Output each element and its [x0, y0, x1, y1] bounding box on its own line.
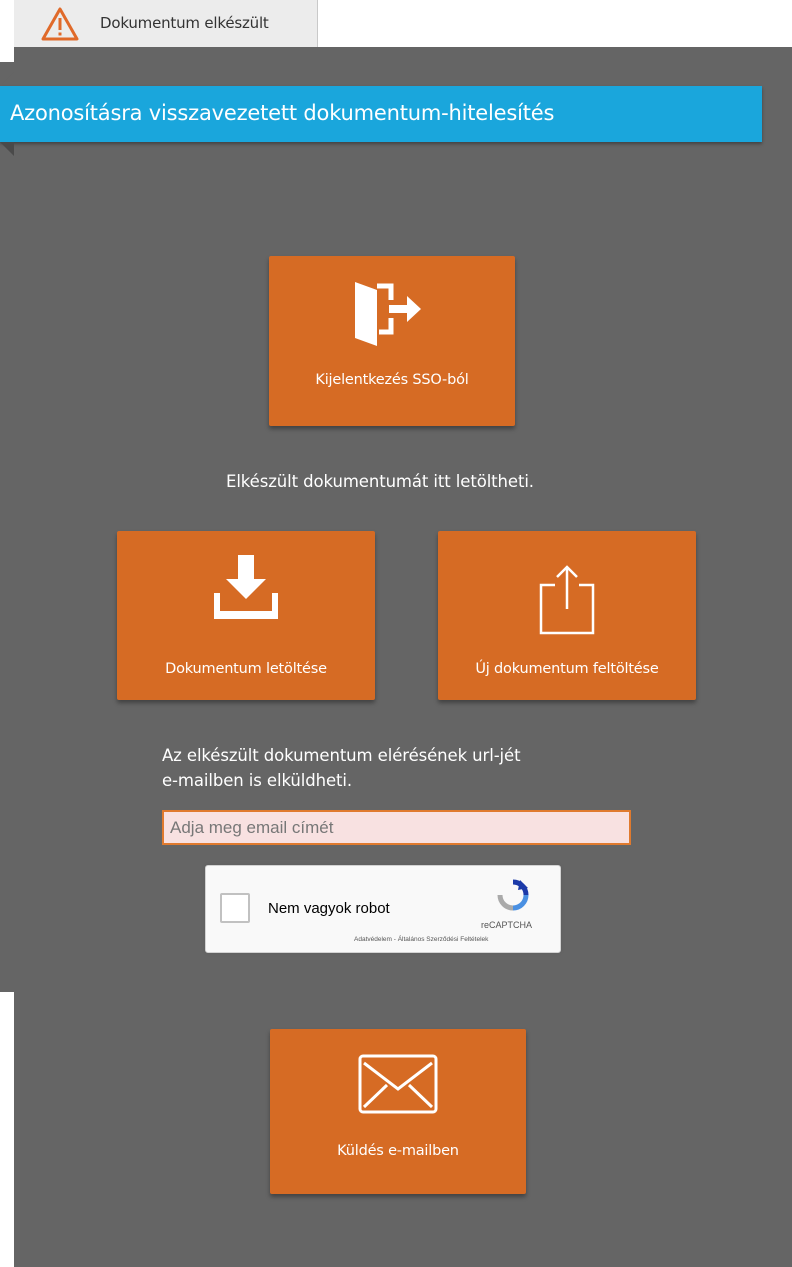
- download-document-button[interactable]: Dokumentum letöltése: [117, 531, 375, 700]
- logout-sso-button[interactable]: Kijelentkezés SSO-ból: [269, 256, 515, 426]
- sign-out-icon: [355, 282, 421, 346]
- ribbon-fold-bottom: [0, 142, 14, 156]
- recaptcha-logo-icon: [497, 879, 529, 911]
- upload-icon: [539, 565, 595, 635]
- recaptcha-label: Nem vagyok robot: [268, 900, 390, 917]
- logout-sso-label: Kijelentkezés SSO-ból: [315, 372, 469, 388]
- recaptcha-brand: reCAPTCHA: [481, 920, 533, 930]
- recaptcha-terms-link[interactable]: Adatvédelem - Általános Szerződési Felté…: [354, 936, 488, 943]
- download-document-label: Dokumentum letöltése: [165, 661, 327, 677]
- left-edge: [0, 62, 14, 992]
- send-email-label: Küldés e-mailben: [337, 1143, 459, 1159]
- warning-icon: [41, 7, 79, 41]
- email-info-line-1: Az elkészült dokumentum elérésének url-j…: [162, 746, 521, 765]
- header-ribbon: Azonosításra visszavezetett dokumentum-h…: [0, 86, 762, 142]
- email-input[interactable]: [162, 810, 631, 845]
- recaptcha-checkbox[interactable]: [220, 893, 250, 923]
- page-title: Azonosításra visszavezetett dokumentum-h…: [10, 101, 555, 125]
- recaptcha-widget: Nem vagyok robot reCAPTCHA Adatvédelem -…: [205, 865, 561, 953]
- download-ready-message: Elkészült dokumentumát itt letöltheti.: [226, 472, 534, 491]
- envelope-icon: [358, 1054, 438, 1114]
- status-tab-label: Dokumentum elkészült: [100, 14, 269, 32]
- upload-document-button[interactable]: Új dokumentum feltöltése: [438, 531, 696, 700]
- send-email-button[interactable]: Küldés e-mailben: [270, 1029, 526, 1194]
- upload-document-label: Új dokumentum feltöltése: [475, 661, 659, 677]
- ribbon-fold-top: [0, 72, 14, 86]
- download-icon: [214, 555, 278, 619]
- status-tab: Dokumentum elkészült: [14, 0, 318, 47]
- email-info-line-2: e-mailben is elküldheti.: [162, 771, 353, 790]
